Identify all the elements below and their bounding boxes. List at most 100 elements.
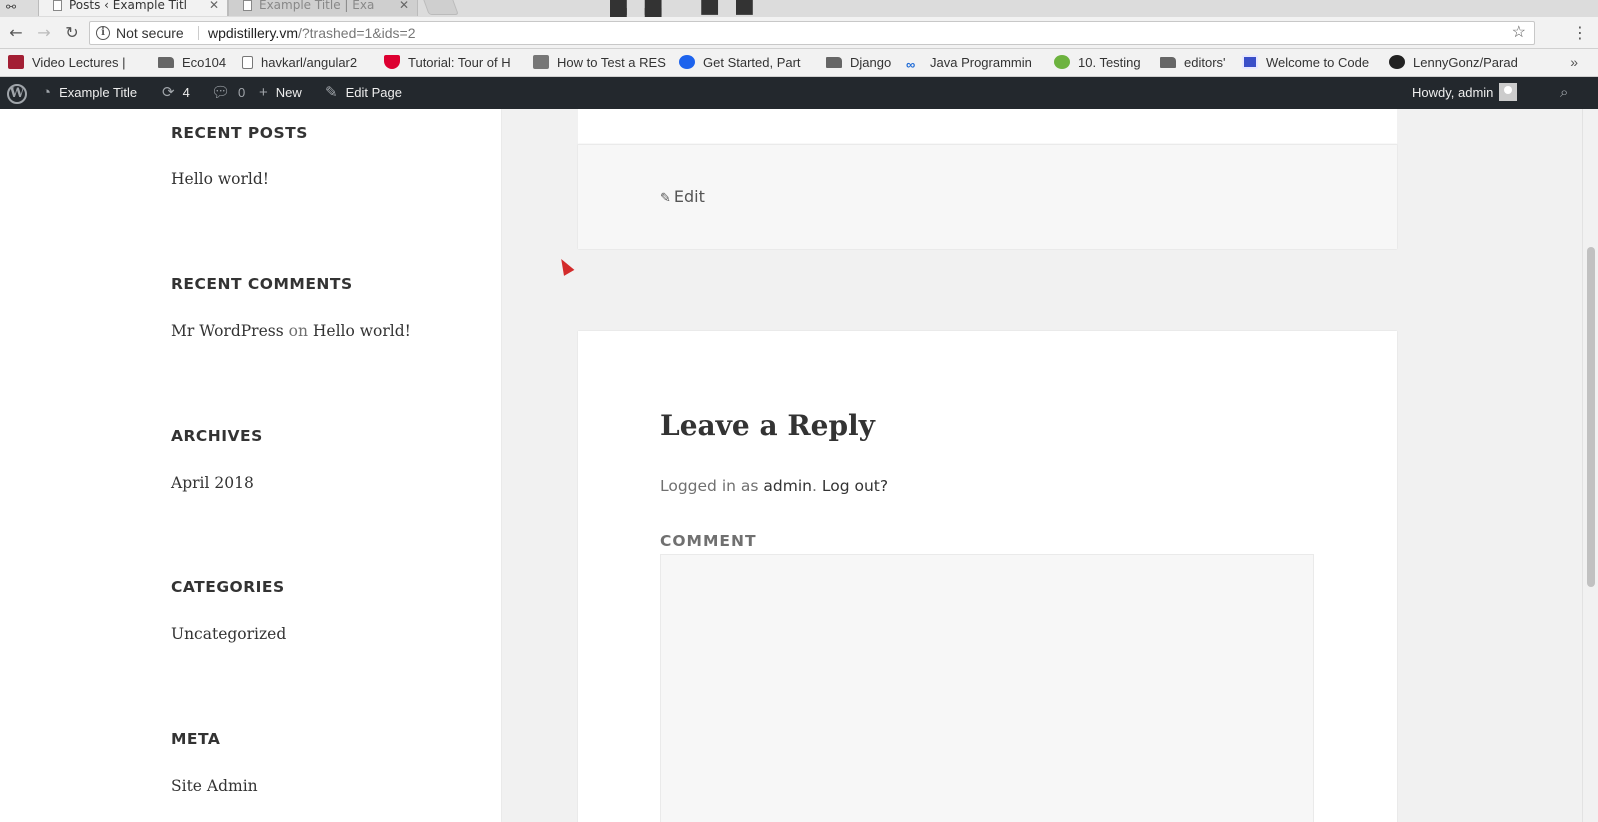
bookmark-label: Java Programmin <box>930 55 1032 70</box>
bookmark-label: havkarl/angular2 <box>261 55 358 70</box>
tab-title: Example Title | Exa <box>259 0 375 12</box>
forward-arrow-icon[interactable]: → <box>34 23 54 43</box>
bookmark-label: How to Test a RES <box>557 55 666 70</box>
bookmark-github[interactable]: LennyGonz/Parad <box>1389 55 1525 71</box>
bookmark-tutorial[interactable]: Tutorial: Tour of H <box>384 55 526 71</box>
comments-count: 0 <box>238 85 246 100</box>
my-account-menu[interactable]: Howdy, admin <box>1412 77 1518 109</box>
scrollbar[interactable] <box>1582 109 1598 822</box>
browser-toolbar: ← → ↻ i Not secure wpdistillery.vm/?tras… <box>0 17 1598 49</box>
post-footer: ✎ Edit <box>578 144 1397 249</box>
updates-menu[interactable]: ⟳ 4 <box>162 77 190 109</box>
avatar <box>1499 83 1518 101</box>
widget-title-categories: Categories <box>171 578 285 596</box>
new-label: New <box>275 85 302 100</box>
comment-joiner: on <box>288 322 308 340</box>
wp-logo-menu[interactable]: W <box>7 77 29 109</box>
recent-post-link[interactable]: Hello world! <box>171 170 269 188</box>
bookmark-editors[interactable]: editors' <box>1160 55 1236 71</box>
edit-label: Edit <box>673 187 705 206</box>
sidebar: Recent Posts Hello world! Recent Comment… <box>0 109 501 822</box>
site-admin-link[interactable]: Site Admin <box>171 777 258 795</box>
menu-kebab-icon[interactable]: ⋮ <box>1572 23 1588 42</box>
scrollbar-thumb[interactable] <box>1587 247 1595 587</box>
close-icon[interactable]: ✕ <box>209 0 219 15</box>
bookmark-codewars[interactable]: Welcome to Code <box>1242 55 1385 71</box>
bookmark-get-started[interactable]: Get Started, Part <box>679 55 823 71</box>
widget-title-recent-comments: Recent Comments <box>171 275 353 293</box>
comment-post-link[interactable]: Hello world! <box>313 322 411 340</box>
url-text[interactable]: wpdistillery.vm/?trashed=1&ids=2 <box>208 22 416 44</box>
tab-strip: ⚯ Posts ‹ Example Titl ✕ Example Title |… <box>0 0 1598 17</box>
recent-comment-item: Mr WordPress on Hello world! <box>171 322 411 340</box>
address-bar[interactable]: i Not secure wpdistillery.vm/?trashed=1&… <box>89 21 1535 45</box>
bookmark-video-lectures[interactable]: Video Lectures | <box>8 55 143 71</box>
new-tab-button[interactable] <box>421 0 459 15</box>
document-icon <box>242 56 253 69</box>
wp-admin-bar: W ◔ Example Title ⟳ 4 💬︎ 0 + New ✎ Edit Page … <box>0 77 1598 109</box>
archive-link[interactable]: April 2018 <box>171 474 254 492</box>
bookmark-label: Video Lectures | <box>32 55 126 70</box>
edit-page-label: Edit Page <box>345 85 402 100</box>
widget-title-meta: Meta <box>171 730 221 748</box>
comment-textarea[interactable] <box>660 554 1314 822</box>
plus-icon: + <box>259 84 268 101</box>
close-icon[interactable]: ✕ <box>399 0 409 15</box>
search-icon[interactable]: ⌕ <box>1560 77 1576 109</box>
pencil-icon: ✎ <box>660 191 671 206</box>
page-icon <box>53 0 62 11</box>
profile-link[interactable]: admin <box>763 477 812 495</box>
bookmark-label: Tutorial: Tour of H <box>408 55 511 70</box>
bookmark-java[interactable]: ∞ Java Programmin <box>906 55 1048 72</box>
chevron-right-icon[interactable]: » <box>1570 54 1578 70</box>
wordpress-icon: W <box>7 84 27 104</box>
url-path: /?trashed=1&ids=2 <box>297 25 416 41</box>
refresh-icon: ⟳ <box>162 84 175 101</box>
bookmark-havkarl[interactable]: havkarl/angular2 <box>242 55 370 71</box>
pencil-icon: ✎ <box>325 84 338 101</box>
docker-icon <box>679 55 695 69</box>
comment-label: Comment <box>660 532 757 550</box>
mit-ocw-icon <box>8 55 24 69</box>
bookmark-eco104[interactable]: Eco104 <box>158 55 238 71</box>
site-name: Example Title <box>59 85 138 100</box>
logged-in-as: Logged in as admin. Log out? <box>660 477 889 495</box>
infinity-icon: ∞ <box>906 57 916 72</box>
edit-page-link[interactable]: ✎ Edit Page <box>325 77 402 109</box>
category-link[interactable]: Uncategorized <box>171 625 286 643</box>
star-icon[interactable]: ☆ <box>1512 22 1526 44</box>
url-host: wpdistillery.vm <box>208 25 298 41</box>
comments-menu[interactable]: 💬︎ 0 <box>211 77 245 109</box>
comment-bubble-icon: 💬︎ <box>211 84 231 101</box>
bookmark-label: editors' <box>1184 55 1226 70</box>
updates-count: 4 <box>182 85 190 100</box>
widget-title-recent-posts: Recent Posts <box>171 124 308 142</box>
reply-title: Leave a Reply <box>660 409 875 442</box>
angular-icon <box>384 55 400 69</box>
edit-post-link[interactable]: ✎ Edit <box>660 187 705 206</box>
new-content-menu[interactable]: + New <box>259 77 302 109</box>
folder-icon <box>1160 57 1176 68</box>
back-arrow-icon[interactable]: ← <box>6 23 26 43</box>
security-label[interactable]: Not secure <box>116 22 184 44</box>
comment-author-link[interactable]: Mr WordPress <box>171 322 284 340</box>
tab-example-title[interactable]: Example Title | Exa ✕ <box>228 0 418 16</box>
bookmark-label: Welcome to Code <box>1266 55 1370 70</box>
bookmark-how-to-test[interactable]: How to Test a RES <box>533 55 679 71</box>
bookmark-django[interactable]: Django <box>826 55 906 71</box>
tab-search-icon[interactable]: ⚯ <box>6 0 16 14</box>
folder-icon <box>158 57 174 68</box>
dashboard-icon: ◔ <box>42 84 52 101</box>
logged-in-prefix: Logged in as <box>660 477 759 495</box>
reload-icon[interactable]: ↻ <box>62 23 82 43</box>
bookmark-testing[interactable]: 10. Testing <box>1054 55 1154 71</box>
bookmark-label: Django <box>850 55 892 70</box>
comments-area: Leave a Reply Logged in as admin. Log ou… <box>578 331 1397 822</box>
divider <box>198 26 199 40</box>
page-content: Recent Posts Hello world! Recent Comment… <box>0 109 1582 822</box>
info-icon[interactable]: i <box>96 26 110 40</box>
tab-posts[interactable]: Posts ‹ Example Titl ✕ <box>38 0 228 16</box>
tab-title: Posts ‹ Example Titl <box>69 0 187 12</box>
site-name-menu[interactable]: ◔ Example Title <box>42 77 137 109</box>
logout-link[interactable]: Log out? <box>822 477 888 495</box>
